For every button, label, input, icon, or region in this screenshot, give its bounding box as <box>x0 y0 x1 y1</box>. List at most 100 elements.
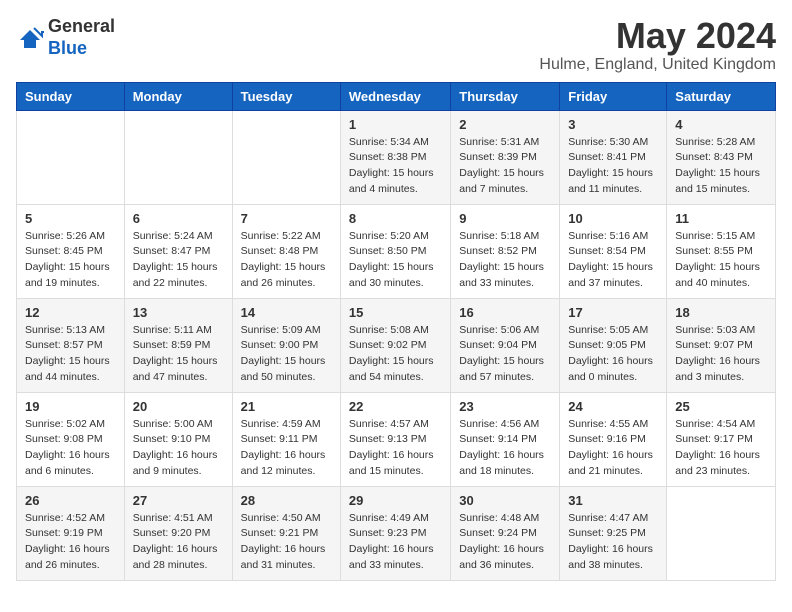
day-number: 1 <box>349 117 442 132</box>
logo: General Blue <box>16 16 115 59</box>
column-header-wednesday: Wednesday <box>340 82 450 110</box>
day-info: Sunrise: 4:49 AM Sunset: 9:23 PM Dayligh… <box>349 511 442 574</box>
day-info: Sunrise: 5:05 AM Sunset: 9:05 PM Dayligh… <box>568 323 658 386</box>
calendar-cell: 6 Sunrise: 5:24 AM Sunset: 8:47 PM Daylig… <box>124 204 232 298</box>
calendar-cell: 14 Sunrise: 5:09 AM Sunset: 9:00 PM Dayli… <box>232 298 340 392</box>
day-info: Sunrise: 4:48 AM Sunset: 9:24 PM Dayligh… <box>459 511 551 574</box>
calendar-cell: 19 Sunrise: 5:02 AM Sunset: 9:08 PM Dayli… <box>17 392 125 486</box>
day-number: 15 <box>349 305 442 320</box>
day-number: 21 <box>241 399 332 414</box>
day-info: Sunrise: 5:09 AM Sunset: 9:00 PM Dayligh… <box>241 323 332 386</box>
calendar-cell: 30 Sunrise: 4:48 AM Sunset: 9:24 PM Dayli… <box>451 486 560 580</box>
column-header-thursday: Thursday <box>451 82 560 110</box>
day-number: 23 <box>459 399 551 414</box>
day-info: Sunrise: 5:11 AM Sunset: 8:59 PM Dayligh… <box>133 323 224 386</box>
day-number: 19 <box>25 399 116 414</box>
day-info: Sunrise: 5:15 AM Sunset: 8:55 PM Dayligh… <box>675 229 767 292</box>
day-info: Sunrise: 5:30 AM Sunset: 8:41 PM Dayligh… <box>568 135 658 198</box>
calendar-cell <box>124 110 232 204</box>
day-info: Sunrise: 4:56 AM Sunset: 9:14 PM Dayligh… <box>459 417 551 480</box>
calendar-cell: 21 Sunrise: 4:59 AM Sunset: 9:11 PM Dayli… <box>232 392 340 486</box>
day-number: 6 <box>133 211 224 226</box>
day-info: Sunrise: 5:28 AM Sunset: 8:43 PM Dayligh… <box>675 135 767 198</box>
day-info: Sunrise: 5:20 AM Sunset: 8:50 PM Dayligh… <box>349 229 442 292</box>
day-info: Sunrise: 5:13 AM Sunset: 8:57 PM Dayligh… <box>25 323 116 386</box>
header-row: SundayMondayTuesdayWednesdayThursdayFrid… <box>17 82 776 110</box>
day-info: Sunrise: 5:03 AM Sunset: 9:07 PM Dayligh… <box>675 323 767 386</box>
day-info: Sunrise: 4:52 AM Sunset: 9:19 PM Dayligh… <box>25 511 116 574</box>
calendar-cell: 17 Sunrise: 5:05 AM Sunset: 9:05 PM Dayli… <box>560 298 667 392</box>
day-number: 5 <box>25 211 116 226</box>
day-info: Sunrise: 5:06 AM Sunset: 9:04 PM Dayligh… <box>459 323 551 386</box>
day-info: Sunrise: 4:54 AM Sunset: 9:17 PM Dayligh… <box>675 417 767 480</box>
day-info: Sunrise: 4:47 AM Sunset: 9:25 PM Dayligh… <box>568 511 658 574</box>
week-row: 26Sunrise: 4:52 AM Sunset: 9:19 PM Dayli… <box>17 486 776 580</box>
title-block: May 2024 Hulme, England, United Kingdom <box>539 16 776 74</box>
day-number: 16 <box>459 305 551 320</box>
day-info: Sunrise: 4:59 AM Sunset: 9:11 PM Dayligh… <box>241 417 332 480</box>
page-header: General Blue May 2024 Hulme, England, Un… <box>16 16 776 74</box>
week-row: 5 Sunrise: 5:26 AM Sunset: 8:45 PM Daylig… <box>17 204 776 298</box>
logo-blue-text: Blue <box>48 38 87 58</box>
day-info: Sunrise: 5:26 AM Sunset: 8:45 PM Dayligh… <box>25 229 116 292</box>
location-subtitle: Hulme, England, United Kingdom <box>539 56 776 74</box>
calendar-cell: 1 Sunrise: 5:34 AM Sunset: 8:38 PM Daylig… <box>340 110 450 204</box>
day-number: 8 <box>349 211 442 226</box>
day-number: 14 <box>241 305 332 320</box>
column-header-tuesday: Tuesday <box>232 82 340 110</box>
calendar-cell: 20Sunrise: 5:00 AM Sunset: 9:10 PM Dayli… <box>124 392 232 486</box>
logo-general-text: General <box>48 16 115 36</box>
calendar-cell: 11 Sunrise: 5:15 AM Sunset: 8:55 PM Dayli… <box>667 204 776 298</box>
calendar-cell: 18Sunrise: 5:03 AM Sunset: 9:07 PM Dayli… <box>667 298 776 392</box>
day-info: Sunrise: 5:34 AM Sunset: 8:38 PM Dayligh… <box>349 135 442 198</box>
day-number: 10 <box>568 211 658 226</box>
calendar-cell: 22Sunrise: 4:57 AM Sunset: 9:13 PM Dayli… <box>340 392 450 486</box>
day-info: Sunrise: 4:57 AM Sunset: 9:13 PM Dayligh… <box>349 417 442 480</box>
day-number: 17 <box>568 305 658 320</box>
day-number: 25 <box>675 399 767 414</box>
column-header-friday: Friday <box>560 82 667 110</box>
calendar-cell: 26Sunrise: 4:52 AM Sunset: 9:19 PM Dayli… <box>17 486 125 580</box>
week-row: 19 Sunrise: 5:02 AM Sunset: 9:08 PM Dayli… <box>17 392 776 486</box>
column-header-saturday: Saturday <box>667 82 776 110</box>
week-row: 1 Sunrise: 5:34 AM Sunset: 8:38 PM Daylig… <box>17 110 776 204</box>
calendar-cell: 16 Sunrise: 5:06 AM Sunset: 9:04 PM Dayli… <box>451 298 560 392</box>
calendar-cell: 15 Sunrise: 5:08 AM Sunset: 9:02 PM Dayli… <box>340 298 450 392</box>
day-number: 7 <box>241 211 332 226</box>
calendar-cell <box>17 110 125 204</box>
day-info: Sunrise: 5:08 AM Sunset: 9:02 PM Dayligh… <box>349 323 442 386</box>
calendar-cell: 3Sunrise: 5:30 AM Sunset: 8:41 PM Daylig… <box>560 110 667 204</box>
calendar-cell: 9 Sunrise: 5:18 AM Sunset: 8:52 PM Daylig… <box>451 204 560 298</box>
day-number: 4 <box>675 117 767 132</box>
day-number: 2 <box>459 117 551 132</box>
calendar-cell: 2Sunrise: 5:31 AM Sunset: 8:39 PM Daylig… <box>451 110 560 204</box>
day-info: Sunrise: 5:18 AM Sunset: 8:52 PM Dayligh… <box>459 229 551 292</box>
day-number: 30 <box>459 493 551 508</box>
day-info: Sunrise: 5:24 AM Sunset: 8:47 PM Dayligh… <box>133 229 224 292</box>
calendar-cell: 27 Sunrise: 4:51 AM Sunset: 9:20 PM Dayli… <box>124 486 232 580</box>
calendar-cell: 28Sunrise: 4:50 AM Sunset: 9:21 PM Dayli… <box>232 486 340 580</box>
month-year-title: May 2024 <box>539 16 776 56</box>
day-number: 29 <box>349 493 442 508</box>
day-info: Sunrise: 4:51 AM Sunset: 9:20 PM Dayligh… <box>133 511 224 574</box>
week-row: 12Sunrise: 5:13 AM Sunset: 8:57 PM Dayli… <box>17 298 776 392</box>
day-number: 31 <box>568 493 658 508</box>
day-number: 9 <box>459 211 551 226</box>
calendar-cell: 13 Sunrise: 5:11 AM Sunset: 8:59 PM Dayli… <box>124 298 232 392</box>
calendar-cell: 29 Sunrise: 4:49 AM Sunset: 9:23 PM Dayli… <box>340 486 450 580</box>
day-number: 11 <box>675 211 767 226</box>
calendar-table: SundayMondayTuesdayWednesdayThursdayFrid… <box>16 82 776 581</box>
day-number: 28 <box>241 493 332 508</box>
day-number: 13 <box>133 305 224 320</box>
column-header-monday: Monday <box>124 82 232 110</box>
day-info: Sunrise: 5:02 AM Sunset: 9:08 PM Dayligh… <box>25 417 116 480</box>
calendar-cell: 5 Sunrise: 5:26 AM Sunset: 8:45 PM Daylig… <box>17 204 125 298</box>
calendar-cell: 4 Sunrise: 5:28 AM Sunset: 8:43 PM Daylig… <box>667 110 776 204</box>
calendar-cell: 8 Sunrise: 5:20 AM Sunset: 8:50 PM Daylig… <box>340 204 450 298</box>
calendar-cell: 10Sunrise: 5:16 AM Sunset: 8:54 PM Dayli… <box>560 204 667 298</box>
day-info: Sunrise: 4:55 AM Sunset: 9:16 PM Dayligh… <box>568 417 658 480</box>
column-header-sunday: Sunday <box>17 82 125 110</box>
calendar-cell: 12Sunrise: 5:13 AM Sunset: 8:57 PM Dayli… <box>17 298 125 392</box>
day-number: 27 <box>133 493 224 508</box>
calendar-cell: 25 Sunrise: 4:54 AM Sunset: 9:17 PM Dayli… <box>667 392 776 486</box>
